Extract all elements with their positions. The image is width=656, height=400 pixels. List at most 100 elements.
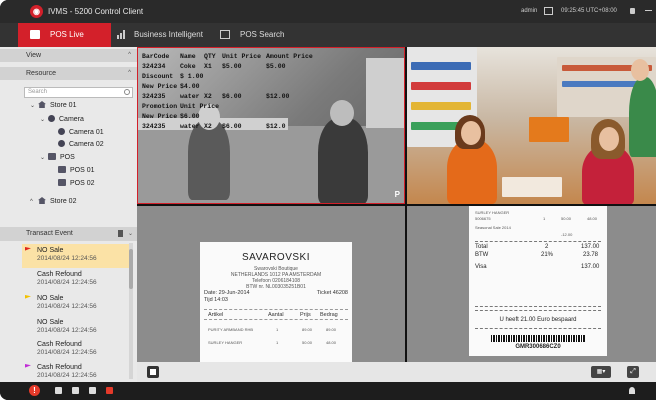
- transact-event-header[interactable]: Transact Event ⌄: [0, 227, 137, 241]
- pos-icon: [58, 179, 66, 186]
- event-item[interactable]: NO Sale 2014/08/24 12:24:56: [22, 292, 129, 316]
- trash-icon[interactable]: [118, 230, 123, 237]
- receipt-item-code: 5006675: [475, 216, 491, 221]
- scrollbar-thumb[interactable]: [129, 249, 133, 289]
- record-icon[interactable]: [55, 387, 62, 394]
- pos-overlay-row: 324235 water X2 $6.00 $12.00: [142, 92, 318, 102]
- receipt-col-header: Artikel: [208, 312, 224, 318]
- tree-item-camera[interactable]: ⌄ Camera: [40, 114, 84, 125]
- chevron-down-icon[interactable]: ⌄: [40, 115, 48, 126]
- tree-item-pos[interactable]: ⌄ POS: [40, 152, 75, 163]
- pos-cell: New Price: [142, 83, 178, 90]
- tree-item-store-01[interactable]: ⌄ Store 01: [30, 100, 76, 111]
- pos-group-icon: [48, 153, 56, 160]
- receipt-col-header: Aantal: [268, 312, 284, 318]
- user-name[interactable]: admin: [521, 8, 537, 14]
- monitor-icon[interactable]: [544, 7, 553, 15]
- pos-overlay-row: Discount $ 1.00: [142, 72, 318, 82]
- pos-cell: $6.00: [222, 123, 242, 130]
- barcode-number: GMR300686CZ0: [515, 344, 561, 350]
- alarm-icon[interactable]: !: [29, 385, 40, 396]
- fullscreen-button[interactable]: ⤢: [627, 366, 639, 378]
- tab-label: POS Live: [50, 30, 84, 39]
- camera-icon: [58, 140, 65, 147]
- tab-label: POS Search: [240, 30, 285, 39]
- flag-icon: [25, 295, 31, 299]
- chevron-down-icon[interactable]: ⌄: [30, 101, 38, 112]
- event-list-scrollbar[interactable]: [129, 243, 133, 379]
- alert-icon[interactable]: [106, 387, 113, 394]
- pos-cell: Discount: [142, 73, 174, 80]
- tree-item-pos-01[interactable]: POS 01: [58, 165, 95, 176]
- pos-cell: $12.0: [266, 123, 286, 130]
- chevron-up-icon[interactable]: ^: [128, 67, 131, 80]
- receipt-cell: PURITY ARMBAND RHB: [208, 327, 254, 332]
- pos-cell: 324235: [142, 123, 166, 130]
- flag-icon: [25, 247, 31, 251]
- tab-pos-live[interactable]: POS Live: [18, 23, 111, 47]
- audio-icon[interactable]: [72, 387, 79, 394]
- chevron-down-icon[interactable]: ⌄: [128, 227, 133, 241]
- window-layout-button[interactable]: ▦▾: [591, 366, 611, 378]
- receipt-cell: 89.00: [326, 327, 337, 332]
- receipt-title: SAVAROVSKI: [242, 252, 310, 263]
- resource-search-input[interactable]: Search: [24, 87, 133, 98]
- flag-icon: [25, 319, 31, 325]
- event-name: Cash Refound: [37, 341, 82, 348]
- title-bar: ◉ IVMS - 5200 Control Client admin 09:25…: [0, 0, 656, 23]
- tree-item-pos-02[interactable]: POS 02: [58, 178, 95, 189]
- tree-item-label: Camera: [59, 116, 84, 123]
- event-item[interactable]: NO Sale 2014/08/24 12:24:56: [22, 316, 129, 340]
- event-item[interactable]: Cash Refound 2014/08/24 12:24:56: [22, 338, 129, 362]
- tree-item-camera-02[interactable]: Camera 02: [58, 139, 104, 150]
- pos-indicator: P: [394, 190, 400, 199]
- chevron-down-icon[interactable]: ⌄: [40, 153, 48, 164]
- pos-cell: X2: [204, 123, 212, 130]
- receipt-ticket: Ticket 46208: [316, 290, 348, 296]
- receipt-cell: Total: [475, 244, 488, 250]
- tab-pos-search[interactable]: POS Search: [220, 23, 320, 47]
- stop-all-button[interactable]: [147, 366, 159, 378]
- tree-item-label: POS 02: [70, 180, 95, 187]
- tree-item-label: POS: [60, 154, 75, 161]
- video-window-2[interactable]: [407, 47, 656, 204]
- tab-business-intelligent[interactable]: Business Intelligent: [117, 23, 215, 47]
- house-icon: [38, 101, 46, 108]
- search-icon[interactable]: [124, 89, 130, 95]
- resource-panel-header[interactable]: Resource ^: [0, 67, 137, 80]
- pos-cell: BarCode: [142, 53, 170, 60]
- search-placeholder: Search: [28, 89, 48, 95]
- pos-cell: Amount Price: [266, 53, 313, 60]
- chevron-up-icon[interactable]: ^: [128, 49, 131, 62]
- camera-group-icon: [48, 115, 55, 122]
- video-window-1[interactable]: BarCode Name QTY Unit Price Amount Price 324…: [137, 47, 405, 204]
- tree-item-store-02[interactable]: ^ Store 02: [30, 196, 76, 207]
- event-time: 2014/08/24 12:24:56: [37, 372, 97, 379]
- lock-icon[interactable]: [630, 8, 635, 14]
- event-name: Cash Refound: [37, 364, 82, 371]
- receipt-cell: 23.78: [583, 252, 599, 258]
- video-window-3[interactable]: SAVAROVSKI Swarovski Boutique NETHERLAND…: [137, 206, 405, 362]
- event-item[interactable]: Cash Refound 2014/08/24 12:24:56: [22, 268, 129, 292]
- pos-cell: $4.00: [180, 83, 200, 90]
- pos-search-icon: [220, 30, 230, 39]
- pos-cell: X1: [204, 63, 212, 70]
- pin-icon[interactable]: [629, 387, 635, 394]
- event-item[interactable]: NO Sale 2014/08/24 12:24:56: [22, 244, 129, 268]
- receipt-discount-value: -12.00: [561, 232, 573, 237]
- receipt-discount-note: Seasonal Sale 2014: [475, 225, 511, 230]
- receipt-divider: [475, 241, 601, 242]
- house-icon: [38, 197, 46, 204]
- receipt-cell: SURLEY HANGER: [208, 340, 243, 345]
- app-logo-icon: ◉: [30, 5, 43, 18]
- receipt-cell: BTW: [475, 252, 489, 258]
- event-time: 2014/08/24 12:24:56: [37, 327, 97, 334]
- flag-icon: [25, 341, 31, 347]
- receipt-cell: 89.00: [302, 327, 313, 332]
- tree-item-camera-01[interactable]: Camera 01: [58, 127, 104, 138]
- minimize-icon[interactable]: [645, 10, 652, 11]
- chevron-up-icon[interactable]: ^: [30, 197, 38, 208]
- display-icon[interactable]: [89, 387, 96, 394]
- view-panel-header[interactable]: View ^: [0, 49, 137, 62]
- video-window-4[interactable]: SURLEY HANGER 5006675 1 50.00 48.00 Seas…: [407, 206, 656, 362]
